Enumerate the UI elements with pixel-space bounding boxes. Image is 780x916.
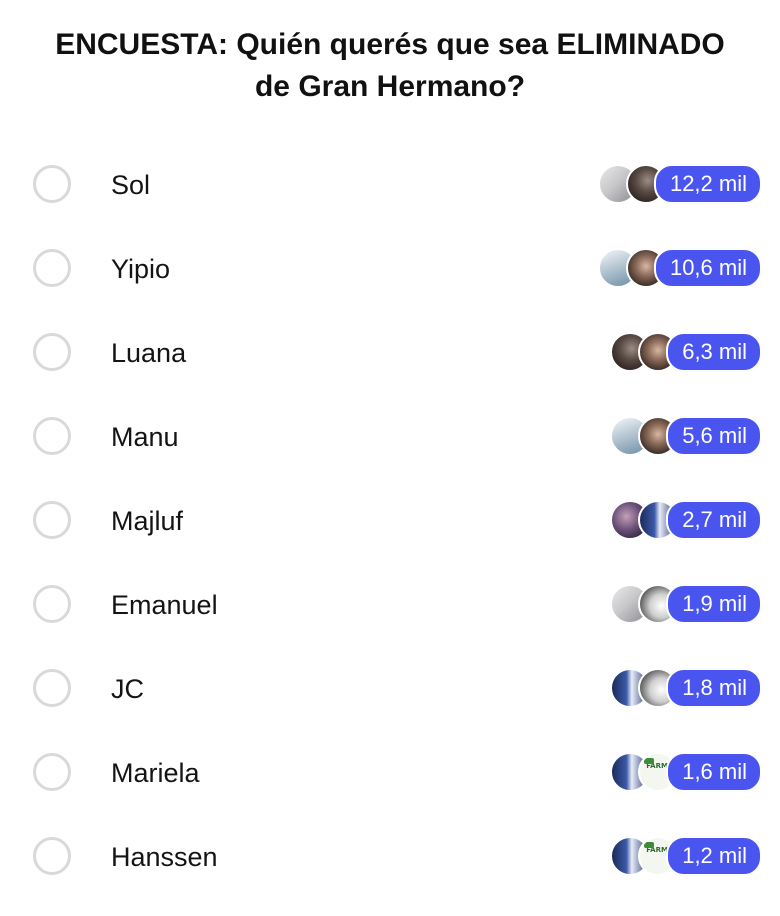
- option-label: Manu: [111, 422, 179, 452]
- vote-count-badge[interactable]: 12,2 mil: [653, 164, 762, 204]
- vote-count-badge[interactable]: 1,9 mil: [666, 584, 762, 624]
- option-label: Mariela: [111, 758, 200, 788]
- radio-button[interactable]: [33, 417, 71, 455]
- option-label: Sol: [111, 170, 151, 200]
- poll-option[interactable]: Mariela 1,6 mil: [0, 732, 780, 816]
- vote-count-badge[interactable]: 1,8 mil: [666, 668, 762, 708]
- voters-summary[interactable]: 10,6 mil: [597, 248, 762, 288]
- radio-button[interactable]: [33, 333, 71, 371]
- poll-option[interactable]: Hanssen 1,2 mil: [0, 816, 780, 900]
- vote-count-badge[interactable]: 6,3 mil: [666, 332, 762, 372]
- option-label: Hanssen: [111, 842, 218, 872]
- option-label: JC: [111, 674, 144, 704]
- poll-title: ENCUESTA: Quién querés que sea ELIMINADO…: [55, 28, 725, 103]
- vote-count-badge[interactable]: 10,6 mil: [653, 248, 762, 288]
- voters-summary[interactable]: 1,2 mil: [610, 836, 762, 876]
- poll-option[interactable]: Emanuel 1,9 mil: [0, 564, 780, 648]
- radio-button[interactable]: [33, 249, 71, 287]
- voters-summary[interactable]: 12,2 mil: [597, 164, 762, 204]
- voters-summary[interactable]: 6,3 mil: [610, 332, 762, 372]
- vote-count-badge[interactable]: 1,6 mil: [666, 752, 762, 792]
- radio-button[interactable]: [33, 165, 71, 203]
- poll-option[interactable]: Sol 12,2 mil: [0, 144, 780, 228]
- poll-option[interactable]: JC 1,8 mil: [0, 648, 780, 732]
- vote-count-badge[interactable]: 1,2 mil: [666, 836, 762, 876]
- poll-option[interactable]: Majluf 2,7 mil: [0, 480, 780, 564]
- option-label: Majluf: [111, 506, 184, 536]
- voters-summary[interactable]: 1,6 mil: [610, 752, 762, 792]
- voters-summary[interactable]: 1,8 mil: [610, 668, 762, 708]
- poll-option[interactable]: Manu 5,6 mil: [0, 396, 780, 480]
- poll-option[interactable]: Yipio 10,6 mil: [0, 228, 780, 312]
- radio-button[interactable]: [33, 585, 71, 623]
- radio-button[interactable]: [33, 669, 71, 707]
- voters-summary[interactable]: 5,6 mil: [610, 416, 762, 456]
- radio-button[interactable]: [33, 501, 71, 539]
- voters-summary[interactable]: 1,9 mil: [610, 584, 762, 624]
- vote-count-badge[interactable]: 5,6 mil: [666, 416, 762, 456]
- poll-option[interactable]: Luana 6,3 mil: [0, 312, 780, 396]
- poll-options-list: Sol 12,2 mil Yipio 10,6 mil Luana 6,3 mi…: [0, 144, 780, 900]
- vote-count-badge[interactable]: 2,7 mil: [666, 500, 762, 540]
- voters-summary[interactable]: 2,7 mil: [610, 500, 762, 540]
- radio-button[interactable]: [33, 753, 71, 791]
- option-label: Luana: [111, 338, 187, 368]
- option-label: Yipio: [111, 254, 171, 284]
- option-label: Emanuel: [111, 590, 218, 620]
- radio-button[interactable]: [33, 837, 71, 875]
